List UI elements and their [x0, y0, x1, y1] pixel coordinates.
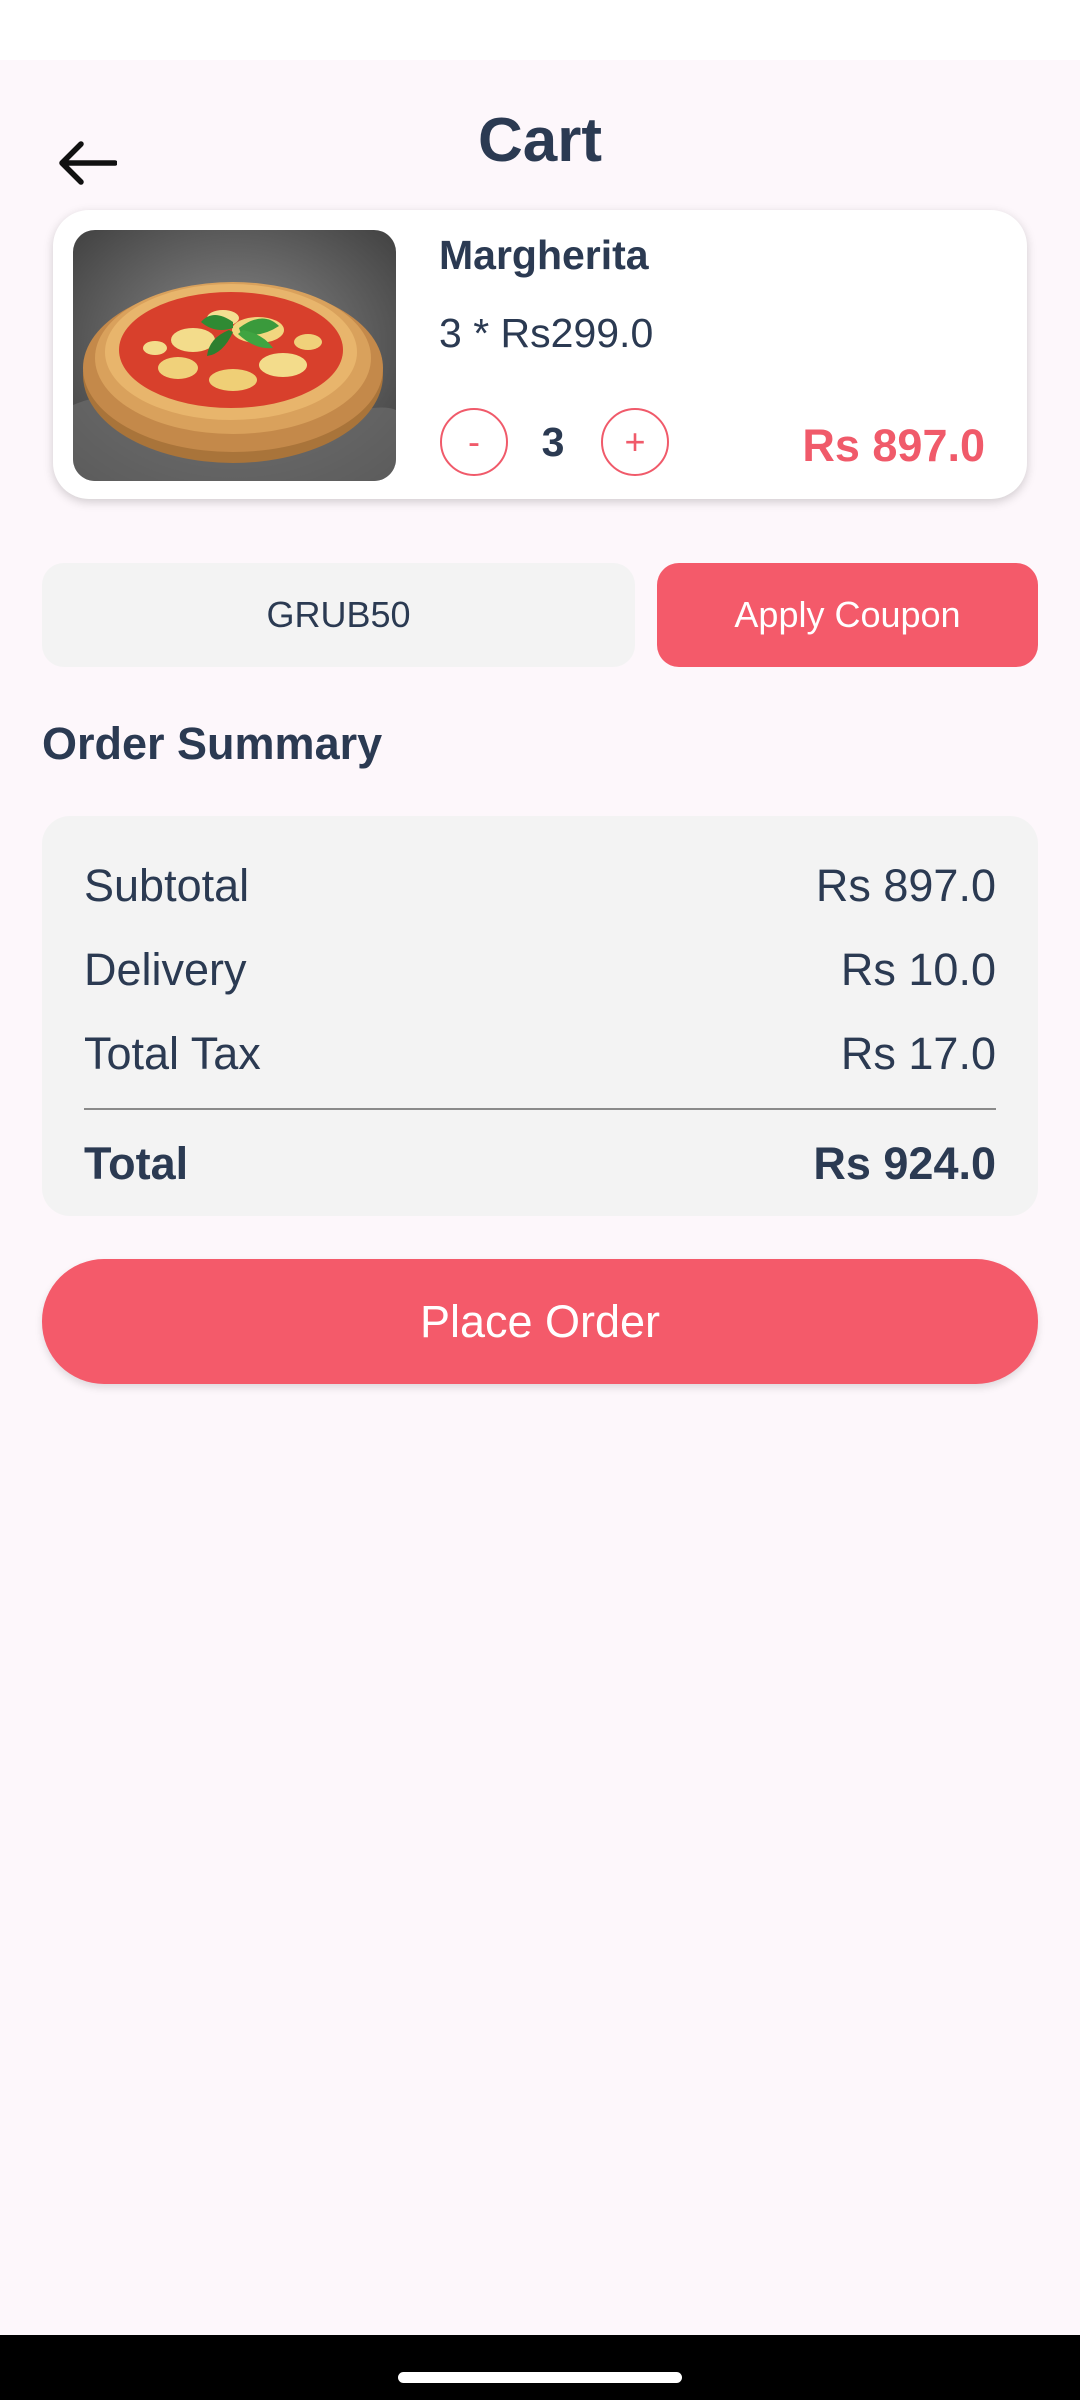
- total-value: Rs 924.0: [813, 1138, 996, 1189]
- pizza-image: [73, 230, 396, 481]
- subtotal-label: Subtotal: [84, 860, 250, 911]
- cart-item-card: Margherita 3 * Rs299.0 - 3 + Rs 897.0: [53, 210, 1027, 499]
- coupon-code-input[interactable]: [42, 563, 635, 667]
- page-title: Cart: [477, 106, 603, 175]
- quantity-value: 3: [541, 419, 565, 465]
- delivery-row: Delivery Rs 10.0: [84, 944, 996, 996]
- summary-divider: [84, 1108, 996, 1110]
- system-navigation-bar: [0, 2335, 1080, 2400]
- app-header: Cart: [0, 60, 1080, 210]
- total-row: Total Rs 924.0: [84, 1138, 996, 1190]
- order-summary-title: Order Summary: [42, 718, 383, 769]
- item-total-price: Rs 897.0: [802, 420, 985, 471]
- delivery-label: Delivery: [84, 944, 247, 995]
- subtotal-row: Subtotal Rs 897.0: [84, 860, 996, 912]
- subtotal-value: Rs 897.0: [815, 860, 996, 911]
- apply-coupon-button[interactable]: Apply Coupon: [657, 563, 1038, 667]
- tax-value: Rs 17.0: [840, 1028, 996, 1079]
- increment-quantity-button[interactable]: +: [601, 408, 669, 476]
- order-summary-card: Subtotal Rs 897.0 Delivery Rs 10.0 Total…: [42, 816, 1038, 1216]
- tax-row: Total Tax Rs 17.0: [84, 1028, 996, 1080]
- item-unit-price: 3 * Rs299.0: [439, 310, 654, 356]
- home-gesture-handle[interactable]: [398, 2372, 682, 2383]
- tax-label: Total Tax: [84, 1028, 261, 1079]
- delivery-value: Rs 10.0: [840, 944, 996, 995]
- place-order-button[interactable]: Place Order: [42, 1259, 1038, 1384]
- decrement-quantity-button[interactable]: -: [440, 408, 508, 476]
- status-bar: [0, 0, 1080, 60]
- item-name: Margherita: [439, 232, 649, 278]
- total-label: Total: [84, 1138, 189, 1189]
